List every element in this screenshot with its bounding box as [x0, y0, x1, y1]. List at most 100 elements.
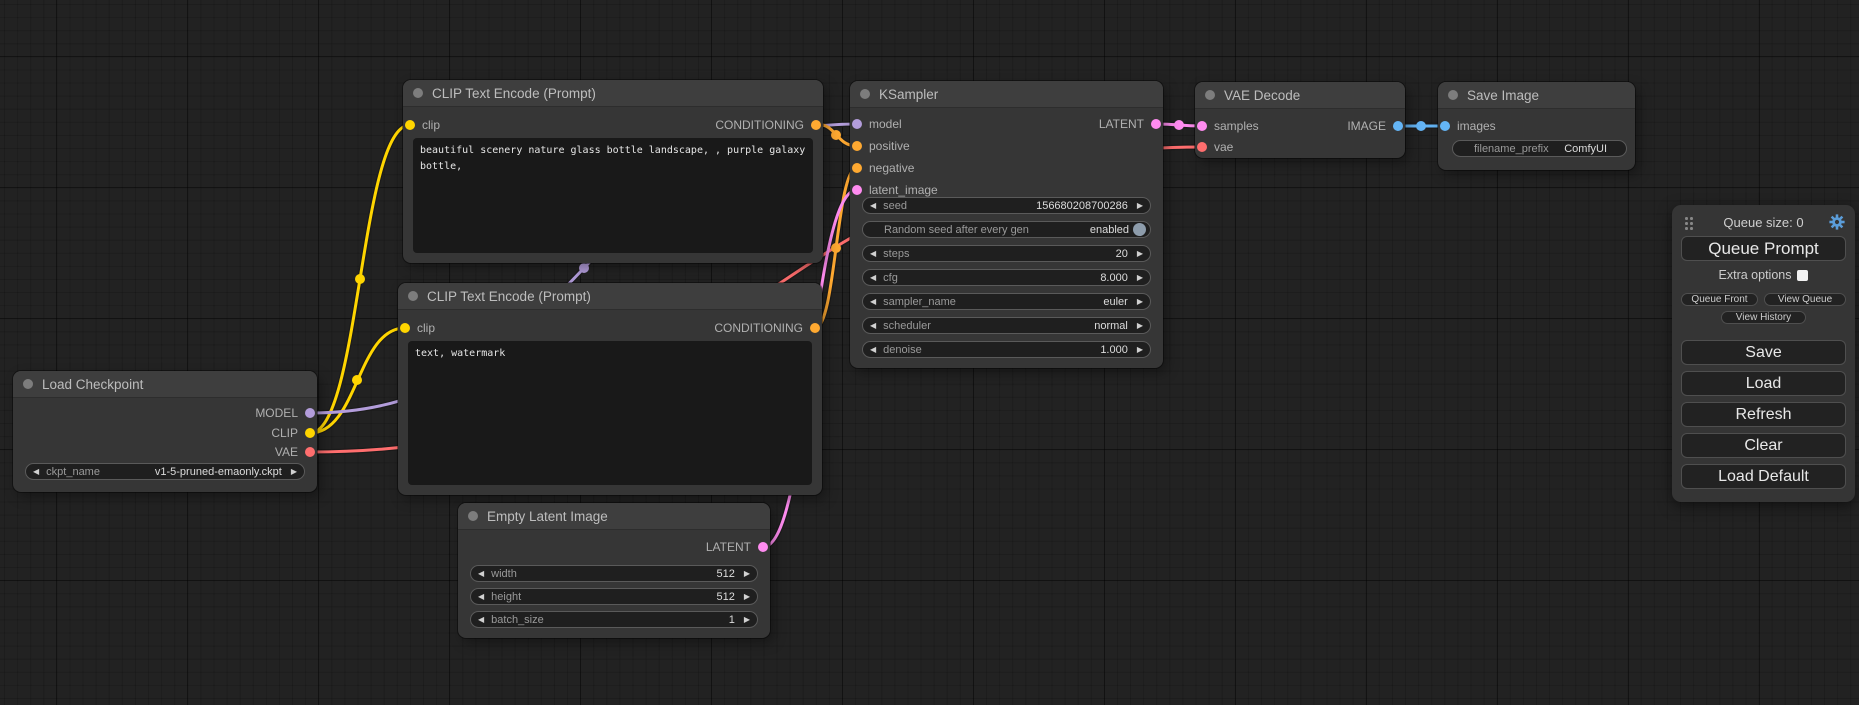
collapse-dot-icon[interactable]	[468, 511, 478, 521]
random-seed-toggle-widget[interactable]: Random seed after every gen enabled	[862, 221, 1151, 238]
widget-value: 1	[729, 614, 735, 626]
clip-input-port[interactable]	[405, 120, 415, 130]
decrement-arrow-icon[interactable]: ◀	[870, 322, 876, 330]
vae-output-port[interactable]	[305, 447, 315, 457]
slot-label: positive	[869, 139, 910, 153]
negative-input-port[interactable]	[852, 163, 862, 173]
settings-gear-icon[interactable]	[1829, 214, 1845, 235]
node-title-bar[interactable]: CLIP Text Encode (Prompt)	[403, 80, 823, 107]
model-output-port[interactable]	[305, 408, 315, 418]
slot-label: CLIP	[271, 426, 298, 440]
node-vae-decode[interactable]: VAE Decode samples vae IMAGE	[1195, 82, 1405, 158]
increment-arrow-icon[interactable]: ▶	[1137, 274, 1143, 282]
decrement-arrow-icon[interactable]: ◀	[870, 202, 876, 210]
node-title-bar[interactable]: CLIP Text Encode (Prompt)	[398, 283, 822, 310]
node-ksampler[interactable]: KSampler model positive negative latent_…	[850, 81, 1163, 368]
latent-image-input-port[interactable]	[852, 185, 862, 195]
increment-arrow-icon[interactable]: ▶	[1137, 322, 1143, 330]
seed-widget[interactable]: ◀ seed 156680208700286 ▶	[862, 197, 1151, 214]
queue-front-button[interactable]: Queue Front	[1681, 293, 1758, 306]
queue-prompt-button[interactable]: Queue Prompt	[1681, 236, 1846, 261]
collapse-dot-icon[interactable]	[1448, 90, 1458, 100]
node-title: Load Checkpoint	[42, 377, 143, 392]
batch-size-widget[interactable]: ◀ batch_size 1 ▶	[470, 611, 758, 628]
refresh-button[interactable]: Refresh	[1681, 402, 1846, 427]
collapse-dot-icon[interactable]	[413, 88, 423, 98]
height-widget[interactable]: ◀ height 512 ▶	[470, 588, 758, 605]
increment-arrow-icon[interactable]: ▶	[1137, 298, 1143, 306]
filename-prefix-widget[interactable]: filename_prefix ComfyUI	[1452, 140, 1627, 157]
decrement-arrow-icon[interactable]: ◀	[478, 570, 484, 578]
node-title-bar[interactable]: Save Image	[1438, 82, 1635, 109]
ckpt-name-widget[interactable]: ◀ ckpt_name v1-5-pruned-emaonly.ckpt ▶	[25, 463, 305, 480]
increment-arrow-icon[interactable]: ▶	[744, 570, 750, 578]
node-title-bar[interactable]: VAE Decode	[1195, 82, 1405, 109]
decrement-arrow-icon[interactable]: ◀	[478, 616, 484, 624]
node-load-checkpoint[interactable]: Load Checkpoint MODEL CLIP VAE ◀ ckpt_na…	[13, 371, 317, 492]
images-input-port[interactable]	[1440, 121, 1450, 131]
decrement-arrow-icon[interactable]: ◀	[478, 593, 484, 601]
input-slot-negative: negative	[852, 159, 914, 177]
node-title-bar[interactable]: KSampler	[850, 81, 1163, 108]
image-output-port[interactable]	[1393, 121, 1403, 131]
node-empty-latent-image[interactable]: Empty Latent Image LATENT ◀ width 512 ▶ …	[458, 503, 770, 638]
increment-arrow-icon[interactable]: ▶	[744, 616, 750, 624]
node-clip-text-encode-positive[interactable]: CLIP Text Encode (Prompt) clip CONDITION…	[403, 80, 823, 263]
node-title-bar[interactable]: Empty Latent Image	[458, 503, 770, 530]
cfg-widget[interactable]: ◀ cfg 8.000 ▶	[862, 269, 1151, 286]
output-slot-image: IMAGE	[1347, 117, 1403, 135]
collapse-dot-icon[interactable]	[860, 89, 870, 99]
clear-button[interactable]: Clear	[1681, 433, 1846, 458]
negative-prompt-textarea[interactable]: text, watermark	[408, 341, 812, 485]
increment-arrow-icon[interactable]: ▶	[291, 468, 297, 476]
extra-options-label: Extra options	[1719, 268, 1792, 282]
increment-arrow-icon[interactable]: ▶	[744, 593, 750, 601]
input-slot-model: model	[852, 115, 902, 133]
positive-input-port[interactable]	[852, 141, 862, 151]
widget-value: euler	[1103, 296, 1127, 308]
drag-handle-icon[interactable]	[1685, 217, 1688, 220]
vae-input-port[interactable]	[1197, 142, 1207, 152]
latent-output-port[interactable]	[1151, 119, 1161, 129]
view-history-button[interactable]: View History	[1721, 311, 1806, 324]
slot-label: CONDITIONING	[714, 321, 803, 335]
decrement-arrow-icon[interactable]: ◀	[870, 250, 876, 258]
steps-widget[interactable]: ◀ steps 20 ▶	[862, 245, 1151, 262]
scheduler-widget[interactable]: ◀ scheduler normal ▶	[862, 317, 1151, 334]
positive-prompt-textarea[interactable]: beautiful scenery nature glass bottle la…	[413, 138, 813, 253]
conditioning-output-port[interactable]	[811, 120, 821, 130]
input-slot-positive: positive	[852, 137, 910, 155]
queue-menu-panel: Queue size: 0 Queue Prompt Extra options…	[1672, 205, 1855, 502]
increment-arrow-icon[interactable]: ▶	[1137, 202, 1143, 210]
decrement-arrow-icon[interactable]: ◀	[870, 274, 876, 282]
node-save-image[interactable]: Save Image images filename_prefix ComfyU…	[1438, 82, 1635, 170]
width-widget[interactable]: ◀ width 512 ▶	[470, 565, 758, 582]
samples-input-port[interactable]	[1197, 121, 1207, 131]
slot-label: CONDITIONING	[715, 118, 804, 132]
clip-output-port[interactable]	[305, 428, 315, 438]
node-clip-text-encode-negative[interactable]: CLIP Text Encode (Prompt) clip CONDITION…	[398, 283, 822, 495]
denoise-widget[interactable]: ◀ denoise 1.000 ▶	[862, 341, 1151, 358]
decrement-arrow-icon[interactable]: ◀	[870, 298, 876, 306]
collapse-dot-icon[interactable]	[1205, 90, 1215, 100]
conditioning-output-port[interactable]	[810, 323, 820, 333]
view-queue-button[interactable]: View Queue	[1764, 293, 1846, 306]
load-button[interactable]: Load	[1681, 371, 1846, 396]
load-default-button[interactable]: Load Default	[1681, 464, 1846, 489]
latent-output-port[interactable]	[758, 542, 768, 552]
model-input-port[interactable]	[852, 119, 862, 129]
clip-input-port[interactable]	[400, 323, 410, 333]
collapse-dot-icon[interactable]	[23, 379, 33, 389]
sampler-name-widget[interactable]: ◀ sampler_name euler ▶	[862, 293, 1151, 310]
node-title-bar[interactable]: Load Checkpoint	[13, 371, 317, 398]
decrement-arrow-icon[interactable]: ◀	[870, 346, 876, 354]
extra-options-checkbox[interactable]	[1797, 270, 1808, 281]
increment-arrow-icon[interactable]: ▶	[1137, 346, 1143, 354]
collapse-dot-icon[interactable]	[408, 291, 418, 301]
toggle-dot-icon[interactable]	[1133, 223, 1146, 236]
increment-arrow-icon[interactable]: ▶	[1137, 250, 1143, 258]
queue-panel-header: Queue size: 0	[1672, 214, 1855, 230]
comfyui-canvas[interactable]: { "nodes": { "load_checkpoint": { "title…	[0, 0, 1859, 705]
decrement-arrow-icon[interactable]: ◀	[33, 468, 39, 476]
save-button[interactable]: Save	[1681, 340, 1846, 365]
